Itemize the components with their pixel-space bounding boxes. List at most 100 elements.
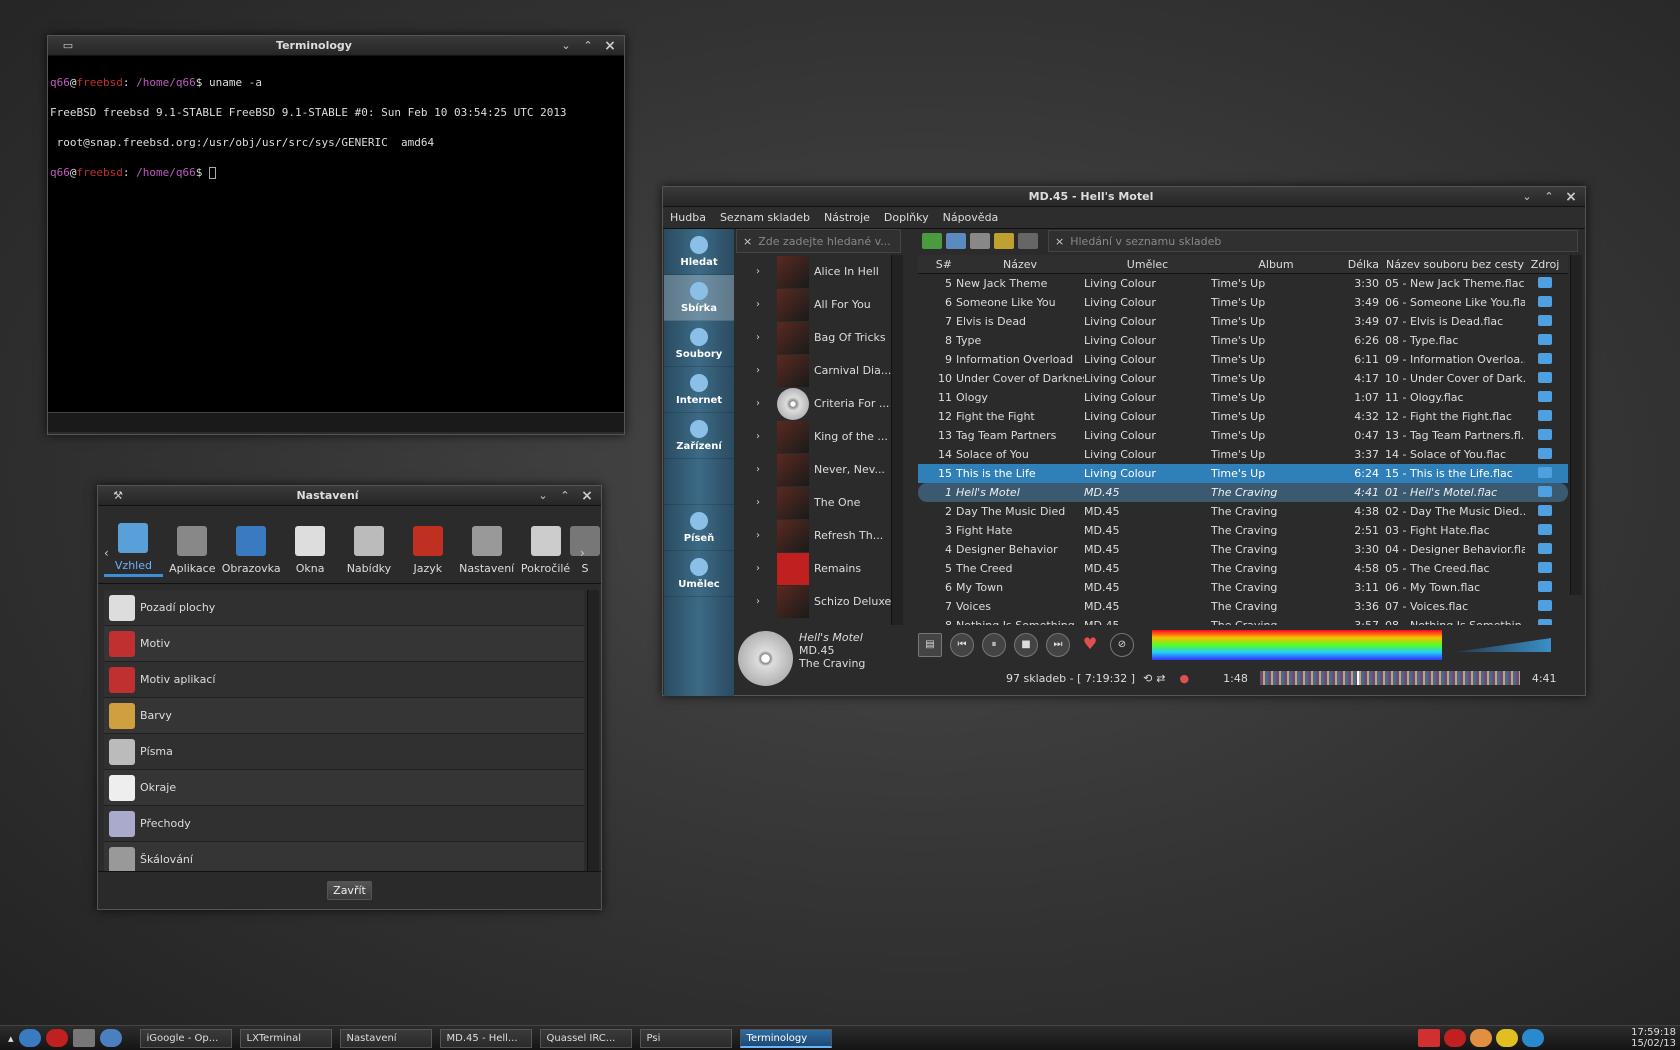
clear-icon[interactable]: ×	[1055, 235, 1064, 248]
album-item[interactable]: › Remains	[736, 552, 893, 585]
album-item[interactable]: › The One	[736, 486, 893, 519]
maximize-button[interactable]: ⌃	[580, 39, 596, 52]
love-icon[interactable]: ♥	[1078, 633, 1102, 657]
minimize-button[interactable]: ⌄	[1519, 190, 1535, 203]
volume-slider[interactable]	[1456, 638, 1551, 652]
table-row[interactable]: 7 Elvis is Dead Living Colour Time's Up 3:49…	[918, 312, 1568, 331]
undo-icon[interactable]	[994, 233, 1014, 249]
table-row[interactable]: 5 The Creed MD.45 The Craving 4:58 05 - The C…	[918, 559, 1568, 578]
close-button[interactable]: ×	[579, 488, 595, 504]
close-dialog-button[interactable]: Zavřít	[327, 881, 372, 900]
table-row[interactable]: 3 Fight Hate MD.45 The Craving 2:51 03 - Figh…	[918, 521, 1568, 540]
album-scrollbar[interactable]	[891, 255, 903, 625]
scroll-left-icon[interactable]: ‹	[104, 546, 109, 560]
minimize-button[interactable]: ⌄	[535, 489, 551, 502]
chevron-right-icon[interactable]: ›	[756, 464, 772, 475]
table-row[interactable]: 15 This is the Life Living Colour Time's Up…	[918, 464, 1568, 483]
save-icon[interactable]	[970, 233, 990, 249]
menu-item[interactable]: Seznam skladeb	[713, 211, 817, 224]
pause-button[interactable]: ⏸	[982, 633, 1006, 657]
column-header[interactable]: Zdroj	[1525, 258, 1565, 271]
taskbar-task[interactable]: MD.45 - Hell...	[439, 1028, 532, 1048]
album-item[interactable]: › Criteria For ...	[736, 387, 893, 420]
load-icon[interactable]	[946, 233, 966, 249]
chevron-right-icon[interactable]: ›	[756, 299, 772, 310]
settings-titlebar[interactable]: ⚒ Nastavení ⌄ ⌃ ×	[98, 486, 601, 506]
sidebar-item[interactable]: Soubory	[664, 321, 734, 367]
sidebar-item[interactable]: Hledat	[664, 229, 734, 275]
playlist-scrollbar[interactable]	[1570, 255, 1582, 595]
browser-icon[interactable]	[18, 1029, 41, 1047]
chevron-right-icon[interactable]: ›	[756, 497, 772, 508]
settings-item[interactable]: Přechody	[104, 806, 584, 842]
album-item[interactable]: › King of the ...	[736, 420, 893, 453]
chevron-right-icon[interactable]: ›	[756, 530, 772, 541]
category-flag[interactable]: Jazyk	[398, 526, 457, 577]
settings-window[interactable]: ⚒ Nastavení ⌄ ⌃ × ‹ Vzhled Aplikace Obrazo…	[97, 485, 602, 910]
settings-item[interactable]: Pozadí plochy	[104, 590, 584, 626]
settings-item[interactable]: Motiv aplikací	[104, 662, 584, 698]
album-item[interactable]: › Never, Nev...	[736, 453, 893, 486]
album-item[interactable]: › Schizo Deluxe	[736, 585, 893, 618]
network-icon[interactable]	[1522, 1029, 1544, 1047]
shuffle-icon[interactable]: ⇄	[1156, 672, 1165, 685]
table-row[interactable]: 14 Solace of You Living Colour Time's Up 3:3…	[918, 445, 1568, 464]
terminal-window[interactable]: ▭ Terminology ⌄ ⌃ × q66@freebsd: /home/q…	[47, 35, 625, 435]
settings-item[interactable]: Motiv	[104, 626, 584, 662]
column-header[interactable]: Délka	[1341, 258, 1385, 271]
settings-item[interactable]: Okraje	[104, 770, 584, 806]
taskbar-task[interactable]: Nastavení	[339, 1028, 432, 1048]
album-item[interactable]: › All For You	[736, 288, 893, 321]
table-row[interactable]: 10 Under Cover of Darkness Living Colour Ti…	[918, 369, 1568, 388]
table-row[interactable]: 2 Day The Music Died MD.45 The Craving 4:38 0…	[918, 502, 1568, 521]
category-window[interactable]: Okna	[281, 526, 340, 577]
flag-icon[interactable]	[1418, 1029, 1440, 1047]
sidebar-item[interactable]: Umělec	[664, 551, 734, 597]
chevron-right-icon[interactable]: ›	[756, 596, 772, 607]
category-monitor[interactable]: Obrazovka	[222, 526, 281, 577]
seek-bar[interactable]	[1259, 671, 1520, 685]
table-row[interactable]: 4 Designer Behavior MD.45 The Craving 3:30 04…	[918, 540, 1568, 559]
taskbar-task[interactable]: LXTerminal	[239, 1028, 332, 1048]
settings-scrollbar[interactable]	[587, 590, 599, 892]
menu-arrow-icon[interactable]: ▴	[8, 1032, 14, 1045]
category-gear[interactable]: Aplikace	[163, 526, 222, 577]
visualization[interactable]	[1152, 630, 1442, 660]
taskbar-task[interactable]: iGoogle - Op...	[139, 1028, 232, 1048]
ban-icon[interactable]: ⊘	[1110, 633, 1134, 657]
sidebar-item[interactable]: Internet	[664, 367, 734, 413]
chevron-right-icon[interactable]: ›	[756, 398, 772, 409]
menu-item[interactable]: Doplňky	[877, 211, 936, 224]
opera-icon[interactable]	[45, 1029, 68, 1047]
desktop-icon[interactable]	[72, 1029, 95, 1047]
chevron-right-icon[interactable]: ›	[756, 563, 772, 574]
terminal-body[interactable]: q66@freebsd: /home/q66$ uname -a FreeBSD…	[48, 56, 624, 412]
moon-icon[interactable]	[1470, 1029, 1492, 1047]
column-header[interactable]: Umělec	[1084, 258, 1211, 271]
stop-button[interactable]: ■	[1014, 633, 1038, 657]
menu-item[interactable]: Nápověda	[936, 211, 1006, 224]
table-row[interactable]: 6 My Town MD.45 The Craving 3:11 06 - My Town…	[918, 578, 1568, 597]
album-item[interactable]: › Alice In Hell	[736, 255, 893, 288]
maximize-button[interactable]: ⌃	[1541, 190, 1557, 203]
maximize-button[interactable]: ⌃	[557, 489, 573, 502]
sidebar-item[interactable]	[664, 459, 734, 505]
previous-button[interactable]: ⏮	[950, 633, 974, 657]
playlist-clear-icon[interactable]: ▤	[918, 633, 942, 657]
album-item[interactable]: › Bag Of Tricks	[736, 321, 893, 354]
category-appearance[interactable]: Vzhled	[104, 523, 163, 577]
category-wrench[interactable]: Nastavení	[457, 526, 516, 577]
chevron-right-icon[interactable]: ›	[756, 332, 772, 343]
column-header[interactable]: Název souboru bez cesty	[1385, 258, 1525, 271]
next-button[interactable]: ⏭	[1046, 633, 1070, 657]
close-button[interactable]: ×	[1563, 189, 1579, 205]
library-search[interactable]: × Zde zadejte hledané v...	[736, 229, 901, 253]
menu-item[interactable]: Nástroje	[817, 211, 877, 224]
new-playlist-icon[interactable]	[922, 233, 942, 249]
minimize-button[interactable]: ⌄	[558, 39, 574, 52]
playlist-search[interactable]: × Hledání v seznamu skladeb	[1048, 230, 1578, 252]
category-more[interactable]: S	[570, 526, 600, 577]
star-icon[interactable]	[1496, 1029, 1518, 1047]
album-item[interactable]: › Refresh Th...	[736, 519, 893, 552]
table-row[interactable]: 8Nothing Is SomethingMD.45The Craving3:5…	[918, 616, 1568, 625]
